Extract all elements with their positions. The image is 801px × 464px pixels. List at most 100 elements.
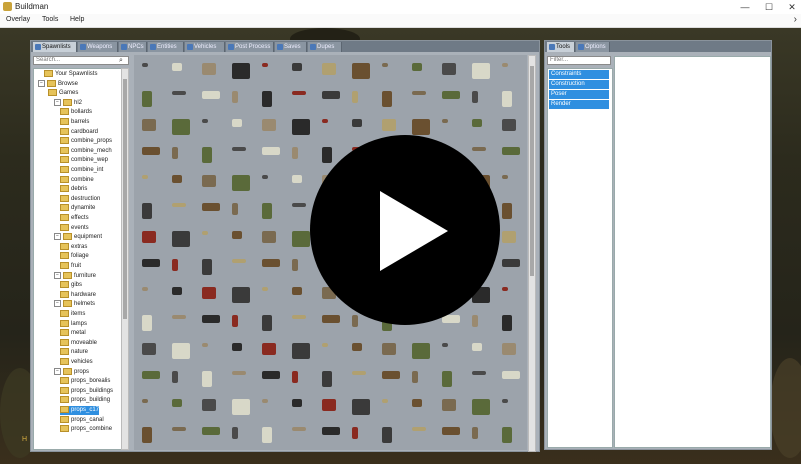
prop-icon[interactable] (502, 343, 516, 355)
prop-icon[interactable] (322, 315, 340, 323)
prop-icon[interactable] (232, 343, 242, 351)
prop-icon[interactable] (382, 343, 396, 355)
prop-icon[interactable] (262, 91, 272, 107)
prop-icon[interactable] (142, 203, 152, 219)
tree-item[interactable]: fruit (60, 262, 81, 271)
tree-item[interactable]: combine (60, 175, 94, 185)
prop-icon[interactable] (472, 427, 478, 439)
prop-icon[interactable] (232, 231, 242, 239)
prop-icon[interactable] (172, 287, 182, 295)
prop-icon[interactable] (502, 371, 520, 379)
tree-item[interactable]: − equipment (54, 233, 102, 242)
tree-item[interactable]: dynamite (60, 204, 95, 213)
prop-icon[interactable] (142, 91, 152, 107)
tree-item[interactable]: debris (60, 185, 87, 194)
tree-item[interactable]: props_c17 (60, 406, 100, 415)
tree-item[interactable]: hardware (60, 290, 96, 300)
prop-icon[interactable] (142, 315, 152, 331)
tab-options[interactable]: Options (576, 42, 610, 52)
prop-icon[interactable] (262, 63, 268, 67)
tool-filter-input[interactable] (547, 56, 611, 65)
prop-icon[interactable] (382, 63, 388, 67)
prop-icon[interactable] (232, 175, 250, 191)
tree-item[interactable]: barrels (60, 118, 89, 127)
tree-item[interactable]: Your Spawnlists (44, 70, 97, 79)
prop-icon[interactable] (502, 287, 508, 291)
prop-icon[interactable] (232, 203, 238, 215)
prop-icon[interactable] (352, 91, 358, 103)
grid-scrollbar[interactable] (528, 55, 536, 452)
prop-icon[interactable] (142, 147, 160, 155)
prop-icon[interactable] (352, 63, 370, 79)
prop-icon[interactable] (142, 427, 152, 443)
tree-item[interactable]: − props (54, 367, 89, 377)
prop-icon[interactable] (172, 259, 178, 271)
prop-icon[interactable] (472, 63, 490, 79)
expand-toggle-icon[interactable]: − (54, 271, 61, 279)
prop-icon[interactable] (262, 343, 276, 355)
prop-icon[interactable] (262, 119, 276, 131)
prop-icon[interactable] (232, 147, 246, 151)
video-play-button[interactable] (310, 135, 500, 325)
prop-icon[interactable] (322, 399, 336, 411)
tree-item[interactable]: props_borealis (60, 377, 110, 386)
prop-icon[interactable] (292, 343, 310, 359)
tree-item[interactable]: props_combine (60, 425, 112, 434)
prop-icon[interactable] (382, 91, 392, 107)
prop-icon[interactable] (262, 399, 268, 403)
prop-icon[interactable] (292, 259, 298, 271)
tree-item[interactable]: moveable (60, 338, 97, 348)
prop-icon[interactable] (202, 371, 212, 387)
prop-icon[interactable] (322, 371, 332, 387)
prop-icon[interactable] (412, 399, 422, 407)
prop-icon[interactable] (172, 427, 186, 431)
tree-item[interactable]: − Browse (38, 79, 78, 89)
prop-icon[interactable] (322, 63, 336, 75)
prop-icon[interactable] (502, 231, 516, 243)
prop-icon[interactable] (262, 371, 280, 379)
tree-item[interactable]: combine_int (60, 166, 103, 175)
prop-icon[interactable] (142, 259, 160, 267)
prop-icon[interactable] (352, 315, 358, 327)
prop-icon[interactable] (502, 259, 520, 267)
prop-icon[interactable] (292, 427, 306, 431)
tree-item[interactable]: − furniture (54, 271, 96, 281)
prop-icon[interactable] (172, 399, 182, 407)
prop-icon[interactable] (412, 119, 430, 135)
prop-icon[interactable] (352, 371, 366, 375)
tree-item[interactable]: extras (60, 242, 87, 252)
prop-icon[interactable] (442, 399, 456, 411)
menu-item-help[interactable]: Help (70, 16, 84, 23)
tab-spawnlists[interactable]: Spawnlists (33, 42, 77, 52)
prop-icon[interactable] (442, 427, 460, 435)
prop-icon[interactable] (472, 91, 478, 103)
tree-item[interactable]: props_canal (60, 415, 104, 425)
prop-icon[interactable] (202, 119, 208, 123)
prop-icon[interactable] (352, 343, 362, 351)
prop-icon[interactable] (322, 427, 340, 435)
prop-icon[interactable] (502, 91, 512, 107)
prop-icon[interactable] (322, 119, 328, 123)
prop-icon[interactable] (502, 427, 512, 443)
prop-icon[interactable] (262, 203, 272, 219)
prop-icon[interactable] (232, 315, 238, 327)
prop-icon[interactable] (142, 175, 148, 179)
prop-icon[interactable] (472, 119, 482, 127)
prop-icon[interactable] (292, 203, 306, 207)
prop-icon[interactable] (292, 175, 302, 183)
prop-icon[interactable] (202, 259, 212, 275)
tree-item[interactable]: nature (60, 348, 88, 357)
prop-icon[interactable] (472, 371, 486, 375)
prop-icon[interactable] (202, 287, 216, 299)
prop-icon[interactable] (292, 371, 298, 383)
prop-icon[interactable] (382, 427, 392, 443)
prop-icon[interactable] (202, 399, 216, 411)
prop-icon[interactable] (142, 231, 156, 243)
tree-item[interactable]: props_buildings (60, 386, 113, 396)
prop-icon[interactable] (292, 287, 302, 295)
prop-icon[interactable] (472, 315, 478, 327)
minimize-button[interactable]: — (738, 1, 752, 13)
prop-icon[interactable] (142, 399, 148, 403)
tree-item[interactable]: props_building (60, 396, 110, 405)
prop-icon[interactable] (172, 119, 190, 135)
